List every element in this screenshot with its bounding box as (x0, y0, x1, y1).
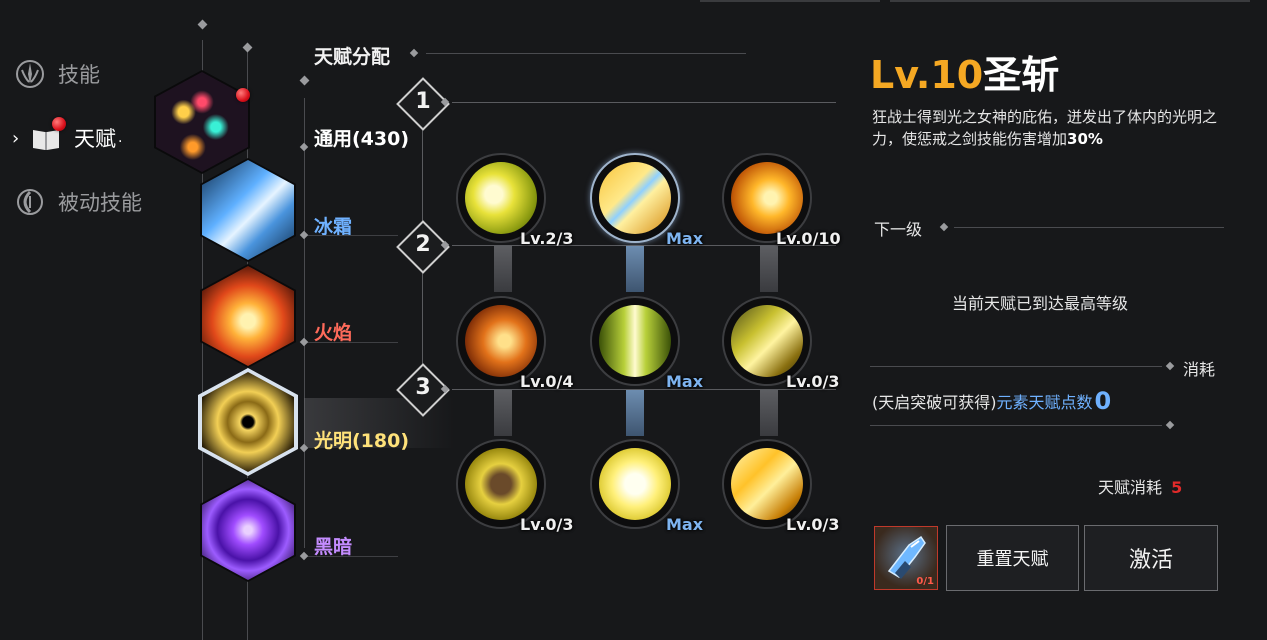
skill-connector (626, 390, 644, 436)
diamond-marker (299, 142, 309, 152)
category-label-fire[interactable]: 火焰 (314, 318, 352, 345)
nav-item-passive[interactable]: 被动技能 (14, 186, 142, 218)
nav-label-talent: 天赋 (74, 127, 116, 151)
notification-dot (236, 88, 250, 102)
skill-level-label: Lv.0/3 (786, 372, 840, 391)
skill-connector (494, 246, 512, 292)
section-divider (954, 227, 1224, 228)
category-general-hex[interactable] (156, 72, 248, 172)
category-label-dark[interactable]: 黑暗 (314, 532, 352, 559)
skill-emblem-icon (14, 58, 46, 90)
element-points-row: (天启突破可获得) 元素天赋点数 0 (872, 387, 1111, 415)
category-underline (304, 556, 398, 557)
category-fire-hex[interactable] (202, 266, 294, 366)
header-underline (426, 53, 746, 54)
diamond-marker (1165, 361, 1175, 371)
diamond-marker (299, 230, 309, 240)
skill-level-label: Max (666, 229, 704, 248)
section-divider (870, 366, 1162, 367)
skill-level-label: Max (666, 515, 704, 534)
tier-line-1 (452, 102, 836, 103)
talent-cost-label: 天赋消耗 (1098, 478, 1163, 497)
diamond-marker (242, 42, 253, 53)
skill-connector (626, 246, 644, 292)
tier-number-2: 2 (415, 232, 431, 257)
category-dark-hex[interactable] (202, 480, 294, 580)
skill-connector (760, 390, 778, 436)
category-underline (304, 342, 398, 343)
diamond-marker (299, 75, 310, 86)
skill-connector (494, 390, 512, 436)
tier-number-3: 3 (415, 375, 431, 400)
diamond-marker (939, 222, 949, 232)
top-decor-bar (700, 0, 880, 2)
element-source-text: (天启突破可获得) (872, 393, 997, 412)
diamond-marker (299, 337, 309, 347)
diamond-marker (1165, 420, 1175, 430)
skill-connector (760, 246, 778, 292)
skill-title: Lv.10圣斩 (870, 44, 1059, 99)
next-level-label: 下一级 (874, 220, 923, 239)
skill-description-value: 30% (1067, 130, 1103, 148)
talent-cost-row: 天赋消耗 5 (1098, 474, 1182, 498)
nav-item-talent[interactable]: 天赋 . (30, 122, 122, 154)
top-decor-bar (890, 0, 1250, 2)
nav-label-dot: . (118, 130, 123, 146)
skill-level-label: Lv.0/10 (776, 229, 841, 248)
cost-label: 消耗 (1183, 360, 1216, 379)
passive-swirl-icon (14, 186, 46, 218)
max-level-message: 当前天赋已到达最高等级 (952, 294, 1129, 313)
section-divider (870, 425, 1162, 426)
material-item-slot[interactable]: 0/1 (874, 526, 938, 590)
skill-level-label: Lv.0/3 (520, 515, 574, 534)
skill-description: 狂战士得到光之女神的庇佑，迸发出了体内的光明之力，使惩戒之剑技能伤害增加30% (872, 106, 1222, 150)
chevron-right-icon: › (12, 128, 20, 149)
nav-label-passive: 被动技能 (58, 191, 142, 215)
nav-item-skills[interactable]: 技能 (14, 58, 100, 90)
skill-level-label: Lv.0/4 (520, 372, 574, 391)
skill-name-title: 圣斩 (983, 53, 1060, 97)
divider-line (304, 98, 305, 548)
nav-label-skills: 技能 (58, 63, 100, 87)
skill-level-label: Lv.2/3 (520, 229, 574, 248)
diamond-marker (197, 19, 208, 30)
tier-number-1: 1 (415, 89, 431, 114)
diamond-marker (299, 551, 309, 561)
diamond-marker (409, 48, 419, 58)
category-underline (304, 235, 398, 236)
element-points-value: 0 (1094, 387, 1112, 415)
notification-dot (52, 117, 66, 131)
category-label-general[interactable]: 通用(430) (314, 124, 409, 151)
category-label-light[interactable]: 光明(180) (314, 426, 409, 453)
skill-level-label: Lv.0/3 (786, 515, 840, 534)
reset-talent-button[interactable]: 重置天赋 (946, 525, 1079, 591)
item-count: 0/1 (916, 576, 934, 587)
skill-level-title: Lv.10 (870, 53, 984, 97)
skill-level-label: Max (666, 372, 704, 391)
talent-cost-value: 5 (1171, 478, 1183, 497)
skill-description-text: 狂战士得到光之女神的庇佑，迸发出了体内的光明之力，使惩戒之剑技能伤害增加 (872, 108, 1218, 148)
element-points-label: 元素天赋点数 (996, 393, 1093, 412)
talent-header: 天赋分配 (314, 46, 391, 68)
category-frost-hex[interactable] (202, 160, 294, 260)
activate-button[interactable]: 激活 (1084, 525, 1218, 591)
